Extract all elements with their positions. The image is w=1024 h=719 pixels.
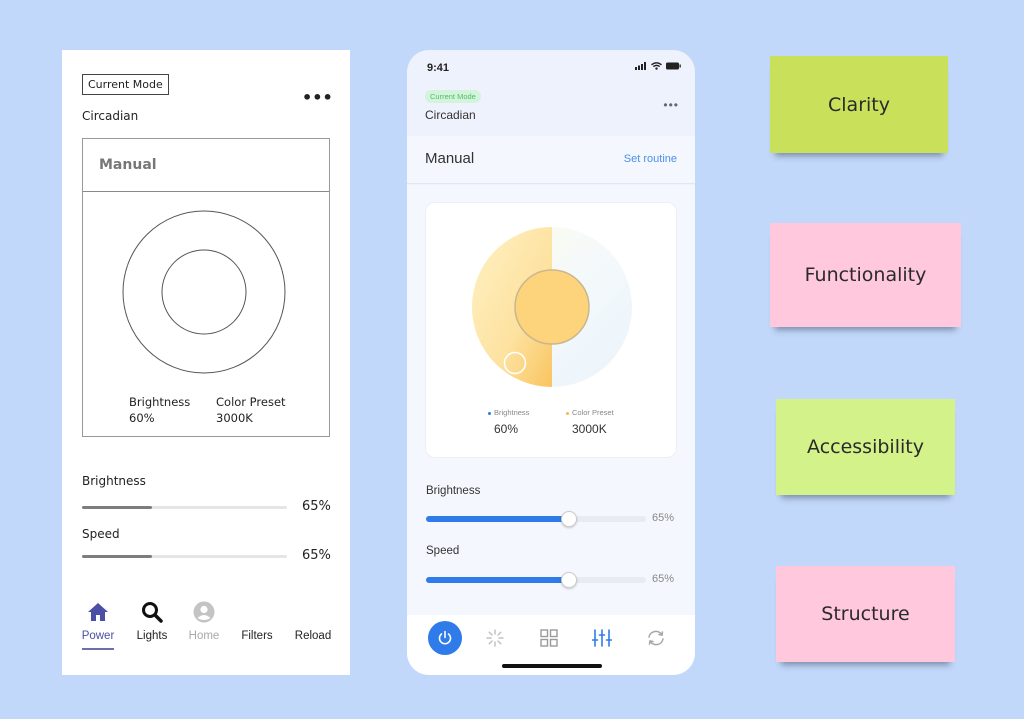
speed-value: 65% xyxy=(652,573,675,585)
stat-brightness: Brightness 60% xyxy=(488,408,529,436)
speed-value: 65% xyxy=(302,548,331,563)
brightness-value: 65% xyxy=(302,499,331,514)
home-indicator xyxy=(502,664,602,668)
refresh-icon xyxy=(648,630,664,646)
search-icon xyxy=(142,602,163,623)
wifi-icon xyxy=(651,62,662,70)
speed-label: Speed xyxy=(82,527,120,541)
slider-thumb[interactable] xyxy=(561,511,577,527)
stat-color-preset: Color Preset 3000K xyxy=(566,408,614,436)
sliders-icon xyxy=(592,629,612,647)
brightness-value: 65% xyxy=(652,512,675,524)
power-icon xyxy=(438,630,452,645)
brightness-label: Brightness xyxy=(426,485,481,497)
phone-body: Brightness 60% Color Preset 3000K Bright… xyxy=(407,185,695,615)
nav-item-reload[interactable]: Reload xyxy=(288,598,338,642)
mode-value: Circadian xyxy=(425,108,476,122)
tab-power[interactable] xyxy=(428,621,462,655)
speed-label: Speed xyxy=(426,545,460,557)
slider-fill xyxy=(82,506,152,509)
slider-thumb[interactable] xyxy=(561,572,577,588)
stat-value: 3000K xyxy=(216,411,253,425)
card-title: Manual xyxy=(83,139,329,192)
tab-grid[interactable] xyxy=(532,621,566,655)
nav-label: Home xyxy=(188,630,220,642)
inner-circle xyxy=(161,249,247,335)
status-time: 9:41 xyxy=(427,62,450,74)
manual-section-header: Manual Set routine xyxy=(407,136,695,184)
note-label: Functionality xyxy=(804,264,927,286)
color-wheel-card: Brightness 60% Color Preset 3000K xyxy=(425,202,677,458)
sticky-note-structure: Structure xyxy=(776,566,955,662)
nav-item-home[interactable]: Home xyxy=(179,598,229,642)
nav-label: Reload xyxy=(294,630,332,642)
nav-label: Power xyxy=(81,630,115,642)
more-options-button[interactable]: ••• xyxy=(663,98,679,112)
loading-icon xyxy=(486,629,504,647)
nav-item-lights[interactable]: Lights xyxy=(127,598,177,642)
speed-slider[interactable] xyxy=(426,572,646,588)
note-label: Structure xyxy=(821,603,910,625)
brightness-label: Brightness xyxy=(82,474,146,488)
note-label: Accessibility xyxy=(807,436,924,458)
stat-color-preset: Color Preset 3000K xyxy=(216,394,286,426)
status-icons xyxy=(635,62,681,70)
nav-item-power[interactable]: Power xyxy=(73,598,123,642)
nav-label: Lights xyxy=(136,630,168,642)
current-mode-label: Current Mode xyxy=(82,74,169,95)
brightness-slider[interactable] xyxy=(82,506,287,509)
dot-icon xyxy=(566,411,569,415)
dot-icon xyxy=(488,411,491,415)
nav-label: Filters xyxy=(241,630,273,642)
bottom-nav: Power Lights Home Filters Reload xyxy=(62,598,350,658)
user-icon xyxy=(193,601,215,623)
grid-icon xyxy=(540,629,558,647)
mode-value: Circadian xyxy=(82,109,139,123)
stat-label: Brightness xyxy=(494,408,530,417)
signal-icon xyxy=(635,62,646,70)
slider-fill xyxy=(426,516,569,522)
color-wheel-placeholder[interactable] xyxy=(83,193,329,393)
set-routine-link[interactable]: Set routine xyxy=(624,153,677,165)
sticky-note-functionality: Functionality xyxy=(770,223,961,327)
tab-bar xyxy=(407,615,695,675)
manual-card: Manual Brightness 60% Color Preset 3000K xyxy=(82,138,330,437)
active-tab-indicator xyxy=(82,648,114,650)
tab-refresh[interactable] xyxy=(639,621,673,655)
speed-slider[interactable] xyxy=(82,555,287,558)
brightness-slider[interactable] xyxy=(426,511,646,527)
stat-label: Color Preset xyxy=(572,408,614,417)
color-wheel[interactable] xyxy=(426,203,678,403)
stat-brightness: Brightness 60% xyxy=(129,394,190,426)
sticky-note-clarity: Clarity xyxy=(770,56,948,153)
wheel-center xyxy=(514,269,590,345)
slider-fill xyxy=(82,555,152,558)
nav-item-filters[interactable]: Filters xyxy=(232,598,282,642)
stat-label: Brightness xyxy=(129,395,191,409)
tab-sliders[interactable] xyxy=(585,621,619,655)
phone-screen: 9:41 Current Mode Circadian ••• Manual S… xyxy=(407,50,695,675)
home-icon xyxy=(88,603,108,621)
wireframe-screen: Current Mode ••• Circadian Manual Bright… xyxy=(62,50,350,675)
more-options-button[interactable]: ••• xyxy=(302,88,333,107)
sticky-note-accessibility: Accessibility xyxy=(776,399,955,495)
stat-label: Color Preset xyxy=(216,395,286,409)
outer-ring xyxy=(122,210,286,374)
current-mode-badge: Current Mode xyxy=(425,90,481,103)
slider-fill xyxy=(426,577,569,583)
tab-loading[interactable] xyxy=(478,621,512,655)
section-title: Manual xyxy=(425,150,475,167)
stat-value: 60% xyxy=(494,422,519,436)
battery-icon xyxy=(666,62,681,70)
stat-value: 3000K xyxy=(572,422,607,436)
stat-value: 60% xyxy=(129,411,155,425)
note-label: Clarity xyxy=(828,93,890,116)
